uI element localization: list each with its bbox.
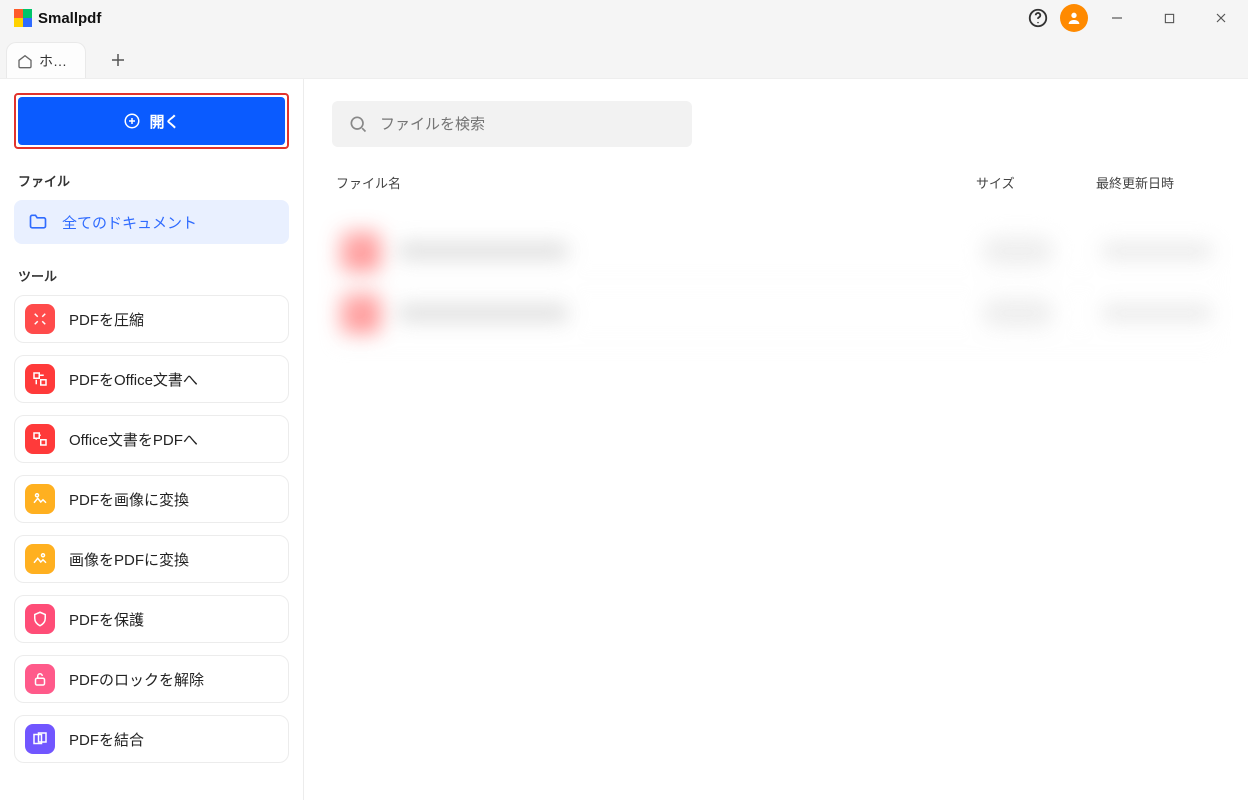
title-actions xyxy=(1022,2,1244,34)
files-section-label: ファイル xyxy=(18,171,289,190)
open-button[interactable]: 開く xyxy=(18,97,285,145)
tool-pdf-to-office[interactable]: PDFをOffice文書へ xyxy=(14,355,289,403)
search-input[interactable] xyxy=(380,116,676,133)
new-tab-button[interactable] xyxy=(100,42,136,78)
tool-label: PDFを結合 xyxy=(69,729,144,750)
tabstrip: ホ… xyxy=(0,36,1248,78)
window-close[interactable] xyxy=(1198,2,1244,34)
file-list-blurred xyxy=(332,220,1220,344)
sidebar: 開く ファイル 全てのドキュメント ツール PDFを圧縮 PDFをOffice文… xyxy=(0,79,304,800)
compress-icon xyxy=(25,304,55,334)
search-box[interactable] xyxy=(332,101,692,147)
window-maximize[interactable] xyxy=(1146,2,1192,34)
close-icon xyxy=(1215,12,1227,24)
tool-compress-pdf[interactable]: PDFを圧縮 xyxy=(14,295,289,343)
merge-icon xyxy=(25,724,55,754)
tool-office-to-pdf[interactable]: Office文書をPDFへ xyxy=(14,415,289,463)
tab-home[interactable]: ホ… xyxy=(6,42,86,78)
help-button[interactable] xyxy=(1022,2,1054,34)
tool-label: PDFを保護 xyxy=(69,609,144,630)
search-icon xyxy=(348,114,368,134)
tool-merge-pdf[interactable]: PDFを結合 xyxy=(14,715,289,763)
tool-label: PDFを画像に変換 xyxy=(69,489,189,510)
sidebar-item-label: 全てのドキュメント xyxy=(62,212,197,233)
tool-label: Office文書をPDFへ xyxy=(69,429,198,450)
titlebar: Smallpdf xyxy=(0,0,1248,36)
tool-label: PDFをOffice文書へ xyxy=(69,369,198,390)
tool-unlock-pdf[interactable]: PDFのロックを解除 xyxy=(14,655,289,703)
logo-icon xyxy=(14,9,32,27)
tools-section-label: ツール xyxy=(18,266,289,285)
app-name: Smallpdf xyxy=(38,10,101,27)
folder-icon xyxy=(28,212,48,232)
tool-image-to-pdf[interactable]: 画像をPDFに変換 xyxy=(14,535,289,583)
account-button[interactable] xyxy=(1060,4,1088,32)
unlock-icon xyxy=(25,664,55,694)
open-button-highlight: 開く xyxy=(14,93,289,149)
maximize-icon xyxy=(1164,13,1175,24)
column-name[interactable]: ファイル名 xyxy=(336,173,976,192)
main-panel: ファイル名 サイズ 最終更新日時 xyxy=(304,79,1248,800)
pdf-to-image-icon xyxy=(25,484,55,514)
file-table-header: ファイル名 サイズ 最終更新日時 xyxy=(332,173,1220,202)
image-to-pdf-icon xyxy=(25,544,55,574)
shield-icon xyxy=(25,604,55,634)
tool-pdf-to-image[interactable]: PDFを画像に変換 xyxy=(14,475,289,523)
app-logo: Smallpdf xyxy=(14,9,101,27)
tool-label: PDFを圧縮 xyxy=(69,309,144,330)
list-item xyxy=(332,282,1220,344)
home-icon xyxy=(17,53,33,69)
tab-home-label: ホ… xyxy=(39,51,67,71)
column-date[interactable]: 最終更新日時 xyxy=(1096,173,1216,192)
tool-protect-pdf[interactable]: PDFを保護 xyxy=(14,595,289,643)
minimize-icon xyxy=(1111,12,1123,24)
office-to-pdf-icon xyxy=(25,424,55,454)
list-item xyxy=(332,220,1220,282)
column-size[interactable]: サイズ xyxy=(976,173,1096,192)
pdf-to-office-icon xyxy=(25,364,55,394)
tool-label: 画像をPDFに変換 xyxy=(69,549,189,570)
help-icon xyxy=(1027,7,1049,29)
plus-icon xyxy=(111,53,125,67)
open-button-label: 開く xyxy=(149,111,179,132)
window-minimize[interactable] xyxy=(1094,2,1140,34)
plus-circle-icon xyxy=(123,112,141,130)
sidebar-item-all-documents[interactable]: 全てのドキュメント xyxy=(14,200,289,244)
user-icon xyxy=(1066,10,1082,26)
tool-label: PDFのロックを解除 xyxy=(69,669,204,690)
